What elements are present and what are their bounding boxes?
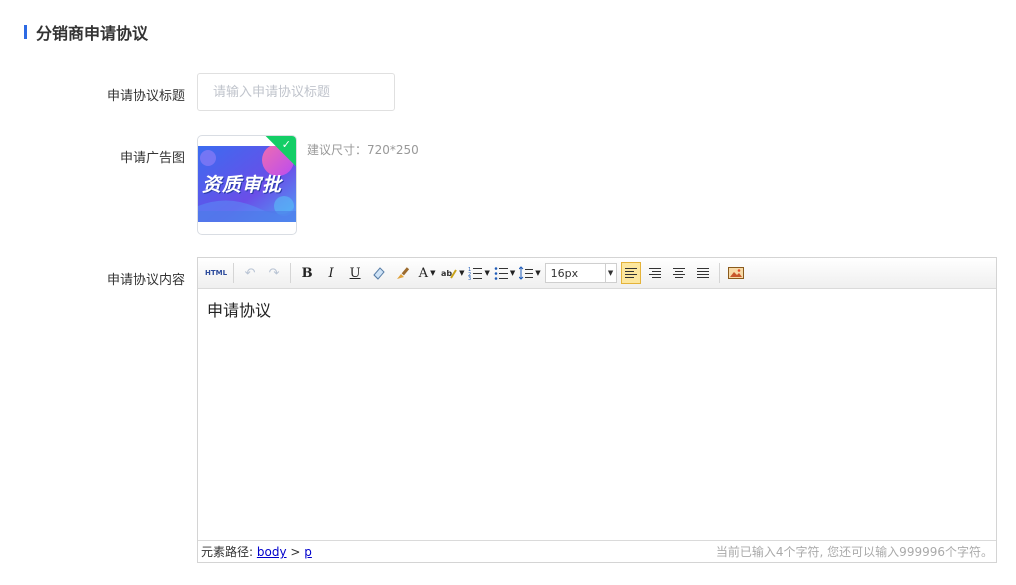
ad-image-caption: 资质审批 [202, 174, 283, 196]
toolbar-divider [718, 263, 720, 283]
font-size-select[interactable]: 16px ▼ [544, 263, 617, 283]
align-right-icon [648, 268, 661, 278]
path-p-link[interactable]: p [304, 545, 312, 559]
toolbar-divider [233, 263, 235, 283]
chevron-down-icon: ▼ [535, 269, 541, 277]
undo-icon[interactable]: ↶ [240, 262, 260, 284]
align-left-button[interactable] [620, 262, 641, 284]
html-source-button[interactable]: HTML [205, 262, 227, 284]
chevron-down-icon: ▼ [430, 269, 436, 277]
chevron-down-icon: ▼ [484, 269, 490, 277]
path-body-link[interactable]: body [257, 545, 287, 559]
element-path: 元素路径: body > p [201, 543, 312, 560]
image-size-hint: 建议尺寸：720*250 [307, 143, 419, 157]
page-title: 分销商申请协议 [36, 24, 149, 43]
line-height-icon [519, 266, 534, 280]
highlight-icon: ab [441, 269, 457, 279]
font-size-value: 16px [550, 266, 579, 280]
image-icon [727, 267, 744, 279]
font-color-icon: A [418, 265, 429, 281]
underline-button[interactable]: U [345, 262, 365, 284]
line-height-button[interactable]: ▼ [519, 262, 541, 284]
redo-icon[interactable]: ↷ [264, 262, 284, 284]
section-title: 分销商申请协议 [24, 22, 149, 43]
font-color-button[interactable]: A ▼ [417, 262, 437, 284]
svg-text:3: 3 [468, 276, 471, 280]
title-label: 申请协议标题 [106, 89, 185, 104]
editor-content[interactable]: 申请协议 [198, 289, 996, 539]
justify-icon [696, 268, 709, 278]
format-brush-icon[interactable] [393, 262, 413, 284]
check-icon: ✓ [281, 138, 291, 151]
title-input[interactable] [197, 73, 395, 111]
rich-text-editor: HTML ↶ ↷ B I U A ▼ ab ▼ 123 ▼ ▼ ▼ 16px ▼… [197, 257, 997, 563]
unordered-list-icon [494, 267, 508, 280]
highlight-button[interactable]: ab ▼ [441, 262, 464, 284]
bold-button[interactable]: B [297, 262, 317, 284]
content-label: 申请协议内容 [106, 273, 185, 288]
justify-button[interactable] [693, 262, 713, 284]
chevron-down-icon: ▼ [459, 269, 465, 277]
title-accent-bar [24, 25, 27, 39]
image-label: 申请广告图 [119, 151, 185, 166]
chevron-down-icon: ▼ [604, 264, 616, 282]
editor-toolbar: HTML ↶ ↷ B I U A ▼ ab ▼ 123 ▼ ▼ ▼ 16px ▼ [198, 258, 996, 289]
align-center-button[interactable] [669, 262, 689, 284]
eraser-icon[interactable] [369, 262, 389, 284]
align-right-button[interactable] [645, 262, 665, 284]
element-path-label: 元素路径: [201, 545, 254, 559]
path-separator: > [290, 545, 301, 559]
unordered-list-button[interactable]: ▼ [494, 262, 515, 284]
chevron-down-icon: ▼ [509, 269, 516, 277]
align-center-icon [672, 268, 685, 278]
word-count: 当前已输入4个字符, 您还可以输入999996个字符。 [715, 545, 993, 559]
toolbar-divider [290, 263, 292, 283]
insert-image-button[interactable] [726, 262, 746, 284]
ordered-list-button[interactable]: 123 ▼ [468, 262, 489, 284]
align-left-icon [624, 268, 637, 278]
ordered-list-icon: 123 [468, 267, 483, 280]
italic-button[interactable]: I [321, 262, 341, 284]
ad-image-upload[interactable]: 资质审批 ✓ [197, 135, 297, 235]
editor-statusbar: 元素路径: body > p 当前已输入4个字符, 您还可以输入999996个字… [198, 540, 996, 562]
